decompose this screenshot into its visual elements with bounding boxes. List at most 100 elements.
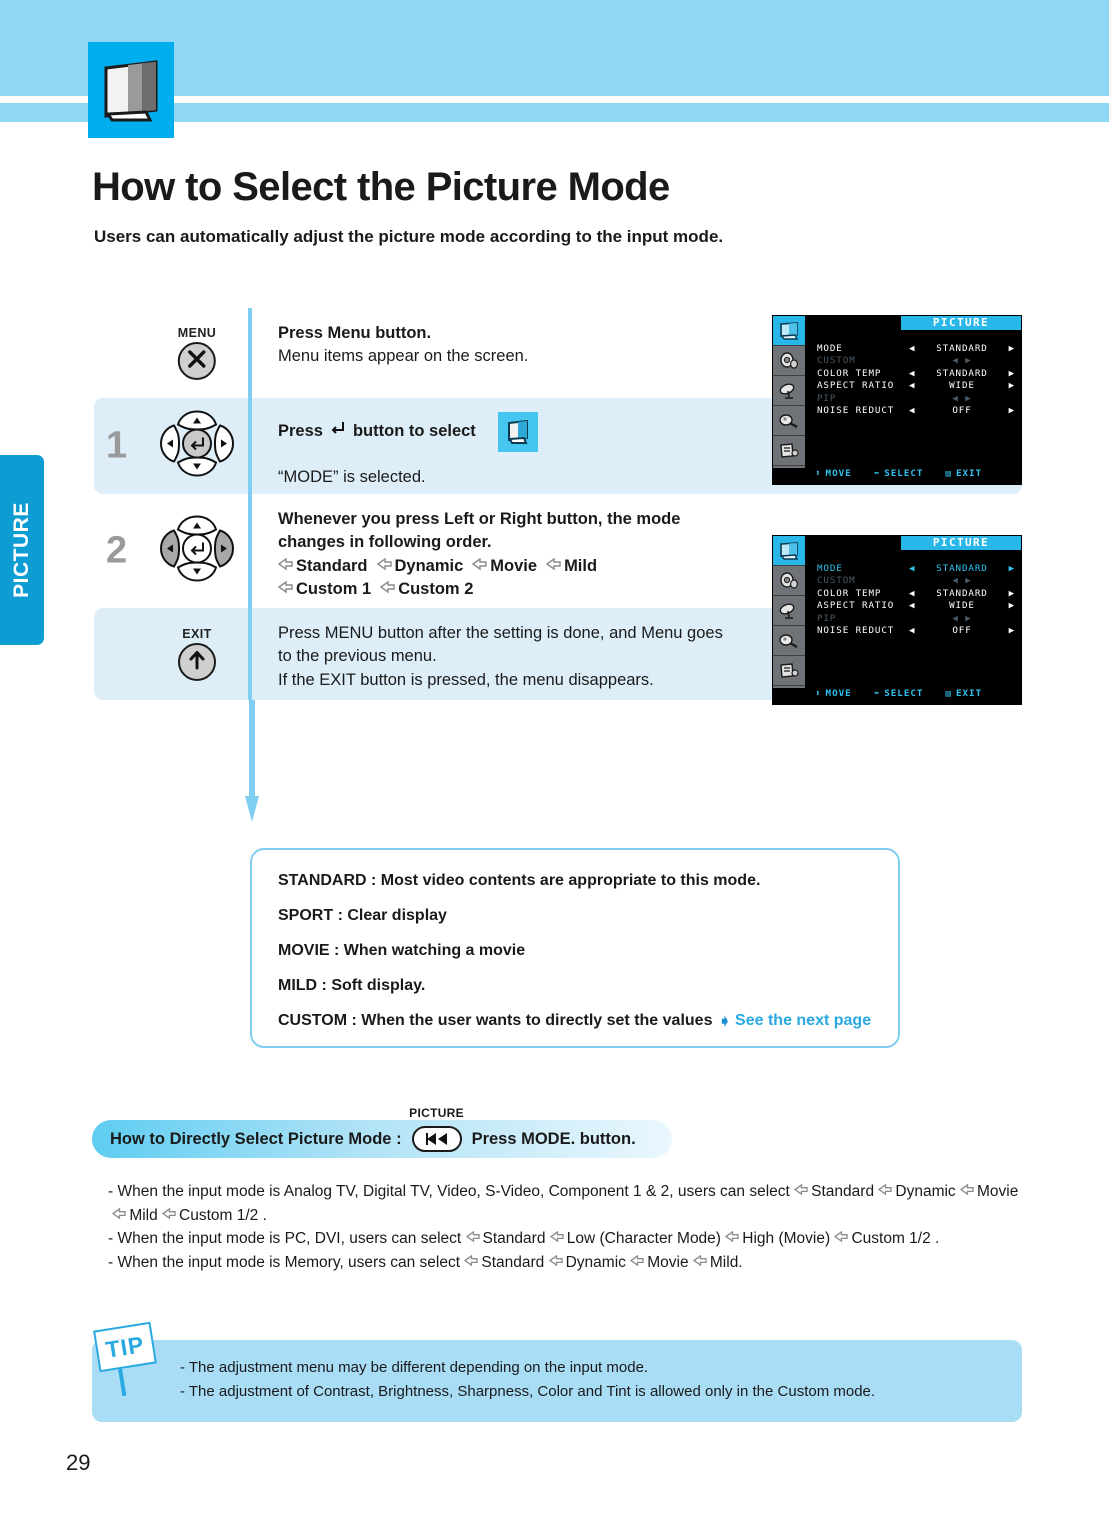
osd-screen-2: PICTURE MODE ◀ STANDARD ▶ CUSTOM ◀ ▶ COLOR T… [772, 535, 1022, 705]
flow-arrow [245, 700, 259, 822]
step-number-cell: 1 [94, 398, 146, 494]
description-line: SPORT : Clear display [278, 907, 447, 924]
osd-row[interactable]: PIP ◀ ▶ [817, 392, 1015, 405]
channel-icon[interactable] [773, 596, 805, 626]
input-icon[interactable] [773, 656, 805, 686]
setup-icon[interactable] [773, 626, 805, 656]
dpad-left-right-icon[interactable] [158, 514, 236, 589]
osd-row-selected[interactable]: MODE ◀ STANDARD ▶ [817, 562, 1015, 575]
osd-row[interactable]: COLOR TEMP ◀ STANDARD ▶ [817, 367, 1015, 380]
leftright-icon: ⬌ [873, 467, 881, 479]
bullet-chain-item: Low (Character Mode) [545, 1227, 721, 1251]
chain-arrow-icon [692, 1251, 707, 1275]
chain-arrow-icon [465, 1227, 480, 1251]
chain-arrow-icon [464, 1251, 479, 1275]
setup-icon[interactable] [773, 406, 805, 436]
press-prefix: Press [278, 422, 323, 441]
updown-icon: ⬍ [815, 687, 822, 699]
bullet-prefix: - When the input mode is Memory, users c… [108, 1254, 461, 1272]
channel-icon[interactable] [773, 376, 805, 406]
bullet-item: - When the input mode is Analog TV, Digi… [108, 1180, 1028, 1227]
tip-badge-post [117, 1365, 127, 1397]
sound-icon[interactable] [773, 566, 805, 596]
bullet-chain-item: Custom 1/2 . [830, 1227, 939, 1251]
sound-icon[interactable] [773, 346, 805, 376]
bullet-chain-item: Standard [461, 1227, 545, 1251]
osd-row[interactable]: CUSTOM ◀ ▶ [817, 575, 1015, 588]
osd-footer-select: ⬌ SELECT [873, 687, 924, 699]
page-subtitle: Users can automatically adjust the pictu… [94, 227, 724, 246]
press-suffix: button to select [352, 422, 476, 441]
next-page-link[interactable]: ➧ See the next page [718, 1012, 871, 1030]
tip-line: - The adjustment of Contrast, Brightness… [180, 1383, 876, 1401]
menu-button-cell[interactable]: MENU [146, 308, 248, 398]
bullet-item: - When the input mode is PC, DVI, users … [108, 1227, 1028, 1251]
step-number-cell: 2 [94, 494, 146, 608]
osd-row[interactable]: COLOR TEMP ◀ STANDARD ▶ [817, 587, 1015, 600]
menu-button[interactable] [178, 342, 216, 380]
osd-title: PICTURE [901, 316, 1021, 330]
osd-row[interactable]: PIP ◀ ▶ [817, 612, 1015, 625]
bullet-item: - When the input mode is Memory, users c… [108, 1251, 1028, 1275]
chain-arrow-icon [161, 1204, 176, 1228]
tip-line: - The adjustment menu may be different d… [180, 1359, 649, 1376]
picture-icon[interactable] [773, 316, 805, 346]
osd-row[interactable]: MODE ◀ STANDARD ▶ [817, 342, 1015, 355]
step-line: Whenever you press Left or Right button,… [278, 510, 681, 528]
bullet-chain-item: Custom 1/2 . [158, 1204, 267, 1228]
updown-icon: ⬍ [815, 467, 822, 479]
osd-row[interactable]: NOISE REDUCT ◀ OFF ▶ [817, 625, 1015, 638]
tip-box: - The adjustment menu may be different d… [92, 1340, 1022, 1422]
mode-chain-item: Movie [472, 555, 537, 579]
bullet-prefix: - When the input mode is PC, DVI, users … [108, 1230, 462, 1248]
tv-icon [507, 419, 528, 444]
arrow-right-icon: ➧ [718, 1013, 732, 1030]
description-line-custom: CUSTOM : When the user wants to directly… [278, 1012, 872, 1030]
chain-arrow-icon [112, 1204, 126, 1228]
direct-select-label: How to Directly Select Picture Mode : [110, 1129, 402, 1148]
chain-arrow-icon [472, 555, 487, 578]
picture-button-wrap[interactable]: PICTURE [409, 1106, 464, 1152]
chain-arrow-icon [878, 1180, 893, 1204]
exit-button-cell[interactable]: EXIT [146, 608, 248, 700]
dpad-button-cell-1[interactable] [146, 398, 248, 494]
dpad-enter-icon[interactable] [158, 409, 236, 484]
sidebar-tab-label: PICTURE [10, 502, 33, 598]
bullet-chain-item: Mild [108, 1204, 158, 1228]
step-number: 2 [106, 529, 128, 572]
osd-row[interactable]: CUSTOM ◀ ▶ [817, 355, 1015, 368]
direct-select-suffix: Press MODE. button. [471, 1129, 636, 1148]
osd-row[interactable]: ASPECT RATIO ◀ WIDE ▶ [817, 600, 1015, 613]
direct-select-section: How to Directly Select Picture Mode : PI… [92, 1106, 672, 1158]
sidebar-tab-picture[interactable]: PICTURE [0, 455, 44, 645]
description-line: STANDARD : Most video contents are appro… [278, 872, 761, 889]
step-number-cell [94, 608, 146, 700]
tip-badge-label: TIP [103, 1330, 147, 1363]
input-mode-notes: - When the input mode is Analog TV, Digi… [108, 1180, 1028, 1275]
tip-badge-plate: TIP [93, 1321, 157, 1373]
mini-tv-icon-box [497, 412, 538, 452]
mode-chain-item: Mild [545, 555, 597, 579]
osd-footer-move: ⬍ MOVE [815, 467, 852, 479]
osd-row[interactable]: ASPECT RATIO ◀ WIDE ▶ [817, 380, 1015, 393]
page-number: 29 [66, 1450, 91, 1475]
osd-row[interactable]: NOISE REDUCT ◀ OFF ▶ [817, 405, 1015, 418]
manual-page: PICTURE How to Select the Picture Mode U… [0, 0, 1109, 1523]
menu-icon: ▤ [945, 687, 952, 699]
exit-button[interactable] [178, 643, 216, 681]
mode-description-box: STANDARD : Most video contents are appro… [250, 848, 900, 1048]
picture-mode-button[interactable] [411, 1126, 462, 1152]
arrow-up-icon [187, 649, 207, 676]
bullet-chain-item: Standard [790, 1180, 874, 1204]
input-icon[interactable] [773, 436, 805, 466]
dpad-button-cell-2[interactable] [146, 494, 248, 608]
step-number-cell [94, 308, 146, 398]
menu-button-caption: MENU [177, 326, 217, 340]
enter-key-icon [329, 420, 347, 443]
osd-footer-exit: ▤ EXIT [945, 687, 983, 699]
picture-icon[interactable] [773, 536, 805, 566]
mode-chain-item: Custom 1 [277, 578, 371, 602]
bullet-chain-item: High (Movie) [721, 1227, 830, 1251]
direct-select-bar: How to Directly Select Picture Mode : PI… [92, 1106, 672, 1158]
mode-chain-item: Dynamic [376, 555, 463, 579]
